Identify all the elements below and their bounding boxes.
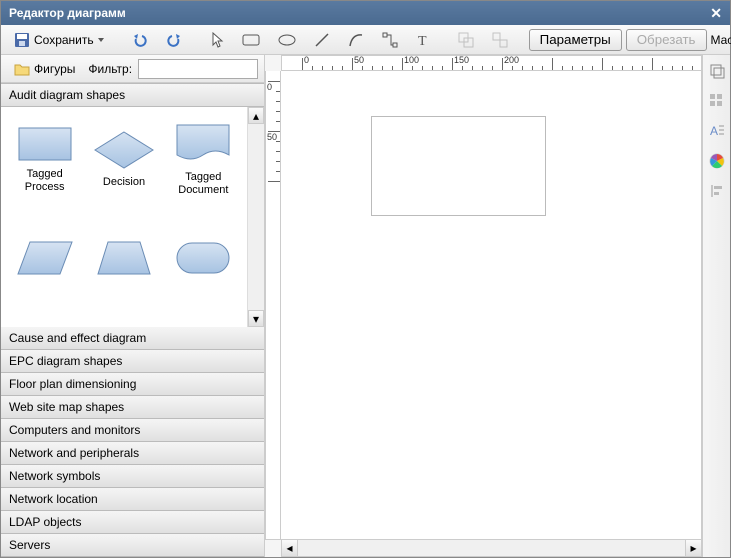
line-icon — [314, 32, 330, 48]
shape-preview — [96, 240, 152, 276]
zoom-label: Масштаб: — [711, 33, 731, 47]
category-item[interactable]: Cause and effect diagram — [1, 327, 264, 350]
ruler-label: 0 — [304, 55, 309, 65]
rect-tool[interactable] — [235, 29, 267, 51]
rect-icon — [242, 33, 260, 47]
scroll-right-icon[interactable]: ▸ — [685, 539, 702, 557]
textformat-button[interactable]: A — [707, 121, 727, 141]
category-item[interactable]: Computers and monitors — [1, 419, 264, 442]
ruler-label: 0 — [267, 82, 272, 92]
scroll-left-icon[interactable]: ◂ — [281, 539, 298, 557]
close-icon[interactable]: ✕ — [710, 5, 722, 22]
category-item[interactable]: Network symbols — [1, 465, 264, 488]
shape-item[interactable]: Tagged Process — [5, 111, 84, 209]
vertical-ruler: 050 — [265, 71, 281, 540]
toolbar: Сохранить T — [1, 25, 730, 55]
category-item[interactable]: Web site map shapes — [1, 396, 264, 419]
shape-item[interactable]: Decision — [84, 111, 163, 209]
connector-icon — [382, 32, 398, 48]
sidebar: Фигуры Фильтр: Audit diagram shapes Tagg… — [1, 55, 265, 557]
color-wheel-icon — [709, 153, 725, 169]
ruler-label: 100 — [404, 55, 419, 65]
scroll-down-icon[interactable]: ▾ — [248, 310, 264, 327]
window-title: Редактор диаграмм — [9, 6, 126, 20]
shape-label: Tagged Document — [169, 171, 238, 197]
parameters-button[interactable]: Параметры — [529, 29, 622, 51]
category-item[interactable]: Network and peripherals — [1, 442, 264, 465]
ungroup-tool[interactable] — [485, 29, 515, 51]
color-button[interactable] — [707, 151, 727, 171]
svg-text:T: T — [418, 34, 427, 47]
grid-icon — [709, 93, 725, 109]
chevron-down-icon — [98, 38, 104, 42]
ungroup-icon — [492, 32, 508, 48]
shapes-header: Фигуры Фильтр: — [1, 55, 264, 83]
right-rail: A — [702, 55, 730, 557]
pointer-tool[interactable] — [203, 29, 231, 51]
canvas-wrap: 050100150200 050 ◂ ▸ — [265, 55, 730, 557]
grid-button[interactable] — [707, 91, 727, 111]
titlebar: Редактор диаграмм ✕ — [1, 1, 730, 25]
group-tool[interactable] — [451, 29, 481, 51]
undo-icon — [132, 33, 148, 47]
category-item[interactable]: LDAP objects — [1, 511, 264, 534]
pointer-icon — [210, 32, 224, 48]
canvas[interactable] — [281, 71, 702, 540]
shapes-label: Фигуры — [34, 62, 75, 76]
shape-preview — [16, 240, 74, 276]
group-icon — [458, 32, 474, 48]
shape-item[interactable]: Tagged Document — [164, 111, 243, 209]
shape-preview — [93, 130, 155, 170]
text-icon: T — [416, 33, 430, 47]
ruler-label: 200 — [504, 55, 519, 65]
align-icon — [709, 183, 725, 199]
undo-button[interactable] — [125, 29, 155, 51]
shape-preview — [175, 123, 231, 165]
save-label: Сохранить — [34, 33, 94, 47]
shape-item[interactable] — [84, 209, 163, 307]
shape-preview — [175, 241, 231, 275]
redo-icon — [166, 33, 182, 47]
align-button[interactable] — [707, 181, 727, 201]
category-item[interactable]: Network location — [1, 488, 264, 511]
shapes-scrollbar[interactable]: ▴ ▾ — [247, 107, 264, 327]
scroll-up-icon[interactable]: ▴ — [248, 107, 264, 124]
shapes-button[interactable]: Фигуры — [7, 58, 82, 80]
ellipse-tool[interactable] — [271, 29, 303, 51]
folder-icon — [14, 62, 30, 76]
curve-tool[interactable] — [341, 29, 371, 51]
svg-text:A: A — [710, 124, 718, 138]
curve-icon — [348, 32, 364, 48]
ruler-label: 50 — [354, 55, 364, 65]
ellipse-icon — [278, 33, 296, 47]
shapes-panel: Tagged Process Decision Tagged Document ▴ … — [1, 107, 264, 327]
category-item[interactable]: Floor plan dimensioning — [1, 373, 264, 396]
shape-label: Decision — [103, 176, 145, 189]
crop-button[interactable]: Обрезать — [626, 29, 707, 51]
category-open[interactable]: Audit diagram shapes — [1, 83, 264, 107]
ruler-label: 150 — [454, 55, 469, 65]
text-format-icon: A — [709, 123, 725, 139]
line-tool[interactable] — [307, 29, 337, 51]
shape-preview — [17, 126, 73, 162]
layers-icon — [709, 63, 725, 79]
horizontal-ruler: 0 50 100 150 200 — [281, 55, 702, 71]
save-button[interactable]: Сохранить — [7, 29, 111, 51]
canvas-hscrollbar[interactable]: ◂ ▸ — [281, 540, 702, 557]
shape-item[interactable] — [5, 209, 84, 307]
filter-input[interactable] — [138, 59, 258, 79]
shape-item[interactable] — [164, 209, 243, 307]
connector-tool[interactable] — [375, 29, 405, 51]
filter-label: Фильтр: — [88, 62, 132, 76]
text-tool[interactable]: T — [409, 29, 437, 51]
layers-button[interactable] — [707, 61, 727, 81]
category-item[interactable]: Servers — [1, 534, 264, 557]
category-item[interactable]: EPC diagram shapes — [1, 350, 264, 373]
shape-label: Tagged Process — [10, 168, 79, 194]
floppy-icon — [14, 32, 30, 48]
canvas-shape[interactable] — [371, 116, 546, 216]
redo-button[interactable] — [159, 29, 189, 51]
